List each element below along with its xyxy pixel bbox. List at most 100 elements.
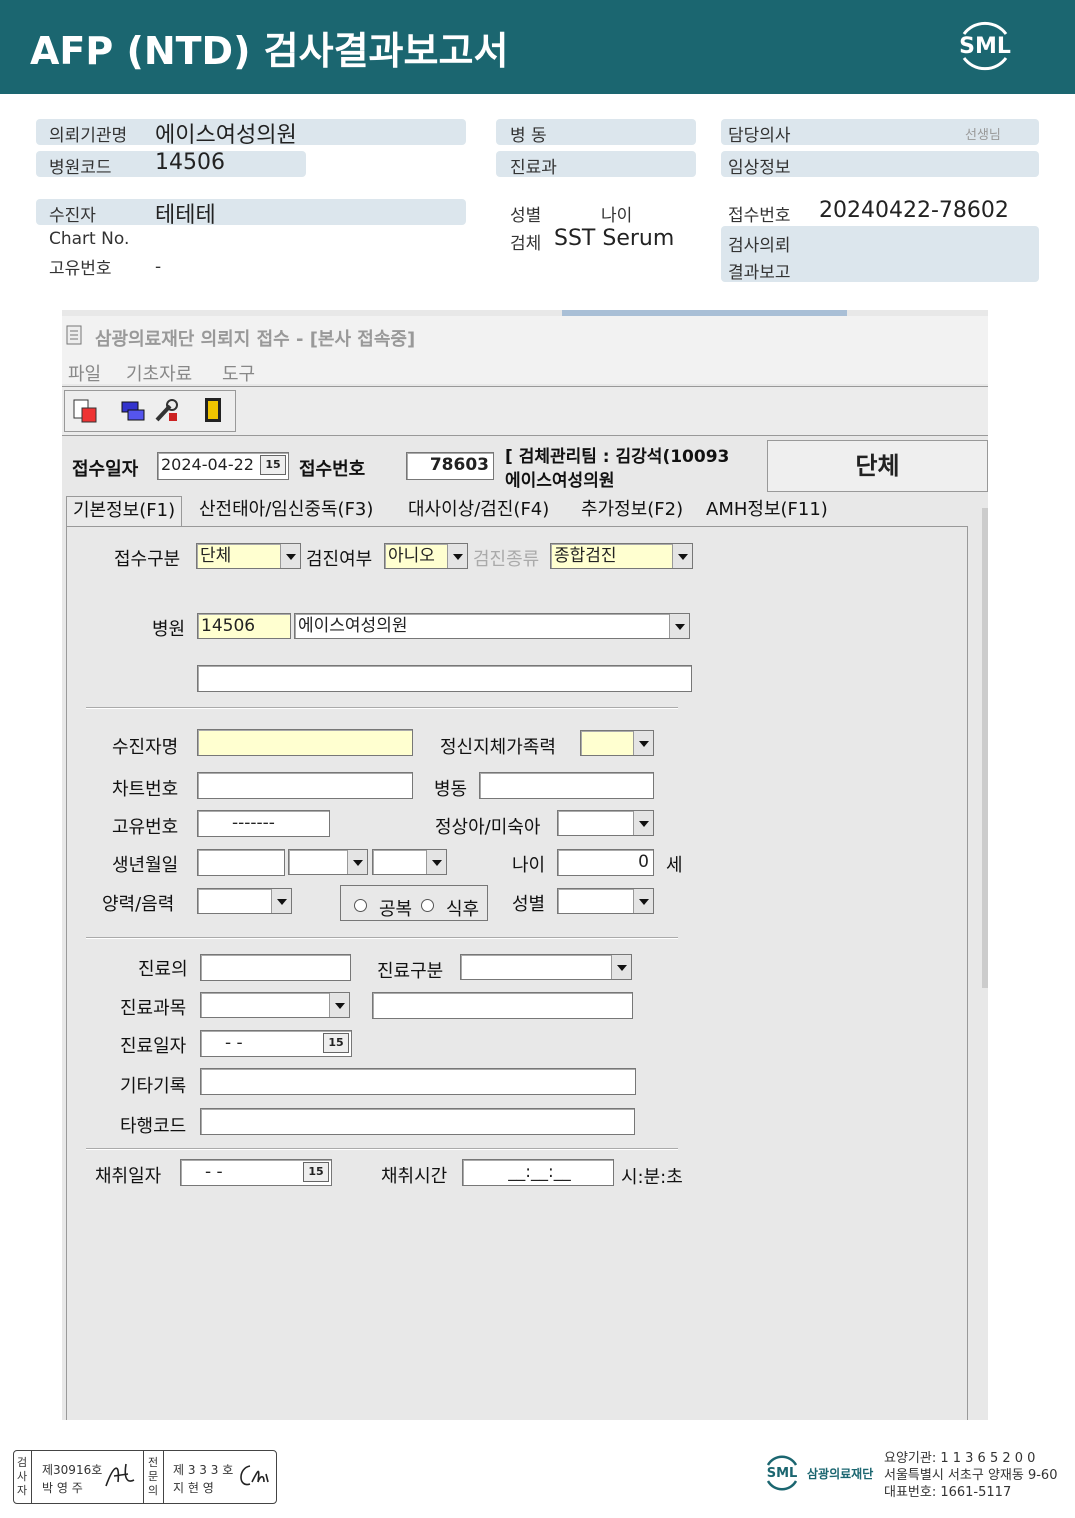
chevron-down-icon[interactable] <box>633 811 653 835</box>
menu-file[interactable]: 파일 <box>68 360 101 386</box>
chevron-down-icon[interactable] <box>633 889 653 913</box>
chart-no-label: 차트번호 <box>112 779 179 800</box>
calendar-icon[interactable]: 15 <box>260 455 286 475</box>
checkup-kind-select[interactable]: 종합검진 <box>550 543 693 569</box>
clinical-label: 임상정보 <box>728 158 791 178</box>
other-code-input[interactable] <box>200 1108 635 1135</box>
age-input[interactable]: 0 <box>557 849 654 876</box>
etc-label: 기타기록 <box>120 1076 187 1097</box>
separator <box>86 1148 678 1150</box>
tab-metabolic[interactable]: 대사이상/검진(F4) <box>402 496 555 526</box>
patient-value: 테테테 <box>155 203 216 228</box>
dept-label: 진료과목 <box>120 998 187 1019</box>
dept-type-label: 진료구분 <box>377 961 444 982</box>
normal-label: 정상아/미숙아 <box>435 817 541 838</box>
ward-input[interactable] <box>479 772 654 799</box>
collect-time-input[interactable]: __:__:__ <box>462 1159 614 1186</box>
checkup-label: 검진여부 <box>306 549 373 570</box>
sex-select[interactable] <box>557 888 654 914</box>
hospital-extra-input[interactable] <box>197 665 692 692</box>
normal-select[interactable] <box>557 810 654 836</box>
specialist-name: 지 현 영 <box>173 1481 214 1495</box>
code-label: 병원코드 <box>49 158 112 178</box>
tab-additional[interactable]: 추가정보(F2) <box>575 496 689 526</box>
app-title: 삼광의료재단 의뢰지 접수 - [본사 접속중] <box>95 329 416 350</box>
calendar-type-select[interactable] <box>197 888 292 914</box>
phone: 대표번호: 1661-5117 <box>884 1485 1012 1500</box>
chevron-down-icon[interactable] <box>669 614 689 638</box>
chevron-down-icon[interactable] <box>280 544 300 568</box>
tab-prenatal[interactable]: 산전태아/임신중독(F3) <box>193 496 379 526</box>
doctor-label: 진료의 <box>138 959 188 980</box>
patient-row <box>36 199 466 225</box>
after-meal-radio[interactable] <box>421 899 434 912</box>
code-value: 14506 <box>155 150 225 175</box>
specialist-signature <box>236 1460 272 1492</box>
sex-label: 성별 <box>510 206 542 226</box>
after-meal-label: 식후 <box>446 899 480 920</box>
visit-date-label: 진료일자 <box>120 1036 187 1057</box>
receipt-date-label: 접수일자 <box>72 459 139 480</box>
chevron-down-icon[interactable] <box>633 731 653 755</box>
exit-door-icon[interactable] <box>202 396 224 424</box>
chevron-down-icon[interactable] <box>347 850 367 874</box>
settings-tool-icon[interactable] <box>154 398 180 424</box>
birth-year-input[interactable] <box>197 849 285 876</box>
dept-type-select[interactable] <box>460 954 632 980</box>
birth-month-select[interactable] <box>288 849 368 875</box>
chevron-down-icon[interactable] <box>271 889 291 913</box>
age-label: 나이 <box>601 206 633 226</box>
tester-label: 검사자 <box>17 1456 28 1497</box>
chart-label: Chart No. <box>49 229 130 249</box>
dept-label: 진료과 <box>510 158 557 178</box>
separator <box>86 707 678 709</box>
doctor-input[interactable] <box>200 954 351 981</box>
menu-basic-data[interactable]: 기초자료 <box>126 360 192 386</box>
calendar-icon[interactable]: 15 <box>303 1162 329 1182</box>
chevron-down-icon[interactable] <box>672 544 692 568</box>
dept-select[interactable] <box>200 992 350 1018</box>
tab-basic-info[interactable]: 기본정보(F1) <box>66 496 183 526</box>
hospital-label: 병원 <box>152 619 186 640</box>
windows-icon[interactable] <box>120 398 146 424</box>
checkup-select[interactable]: 아니오 <box>384 543 468 569</box>
chevron-down-icon[interactable] <box>447 544 467 568</box>
receipt-no-input[interactable]: 78603 <box>406 452 494 480</box>
group-button[interactable]: 단체 <box>767 440 988 492</box>
visit-date-input[interactable]: - -15 <box>200 1030 352 1057</box>
tester-signature <box>104 1458 136 1492</box>
calendar-icon[interactable]: 15 <box>323 1033 349 1053</box>
unique-no-input[interactable]: ------- <box>197 810 330 837</box>
checkup-kind-label: 검진종류 <box>473 549 540 570</box>
chevron-down-icon[interactable] <box>329 993 349 1017</box>
result-label: 결과보고 <box>728 263 791 283</box>
calendar-type-label: 양력/음력 <box>102 894 175 915</box>
hospital-name-select[interactable]: 에이스여성의원 <box>294 613 690 639</box>
birth-day-select[interactable] <box>372 849 447 875</box>
receipt-date-input[interactable]: 2024-04-22 15 <box>157 452 289 480</box>
patient-name-label: 수진자명 <box>112 737 179 758</box>
receipt-type-select[interactable]: 단체 <box>196 543 301 569</box>
dept-extra-input[interactable] <box>372 992 633 1019</box>
menu-tools[interactable]: 도구 <box>222 360 255 386</box>
tester-name: 박 영 주 <box>42 1481 83 1495</box>
disability-select[interactable] <box>580 730 654 756</box>
chart-no-input[interactable] <box>197 772 413 799</box>
specimen-label: 검체 <box>510 234 542 254</box>
ward-label: 병 동 <box>510 126 547 146</box>
chevron-down-icon[interactable] <box>426 850 446 874</box>
inst-value: 에이스여성의원 <box>155 123 297 148</box>
tab-amh[interactable]: AMH정보(F11) <box>700 496 834 526</box>
scrollbar[interactable] <box>982 508 988 988</box>
report-title: AFP (NTD) 검사결과보고서 <box>30 29 509 73</box>
collect-time-label: 채취시간 <box>381 1166 448 1187</box>
patient-name-input[interactable] <box>197 729 413 756</box>
hospital-code-input[interactable]: 14506 <box>197 613 291 639</box>
fasting-radio[interactable] <box>354 899 367 912</box>
collect-date-input[interactable]: - -15 <box>180 1159 332 1186</box>
accession-value: 20240422-78602 <box>819 198 1009 223</box>
etc-input[interactable] <box>200 1068 636 1095</box>
chevron-down-icon[interactable] <box>611 955 631 979</box>
svg-text:SML: SML <box>767 1466 798 1481</box>
new-doc-icon[interactable] <box>72 398 98 424</box>
